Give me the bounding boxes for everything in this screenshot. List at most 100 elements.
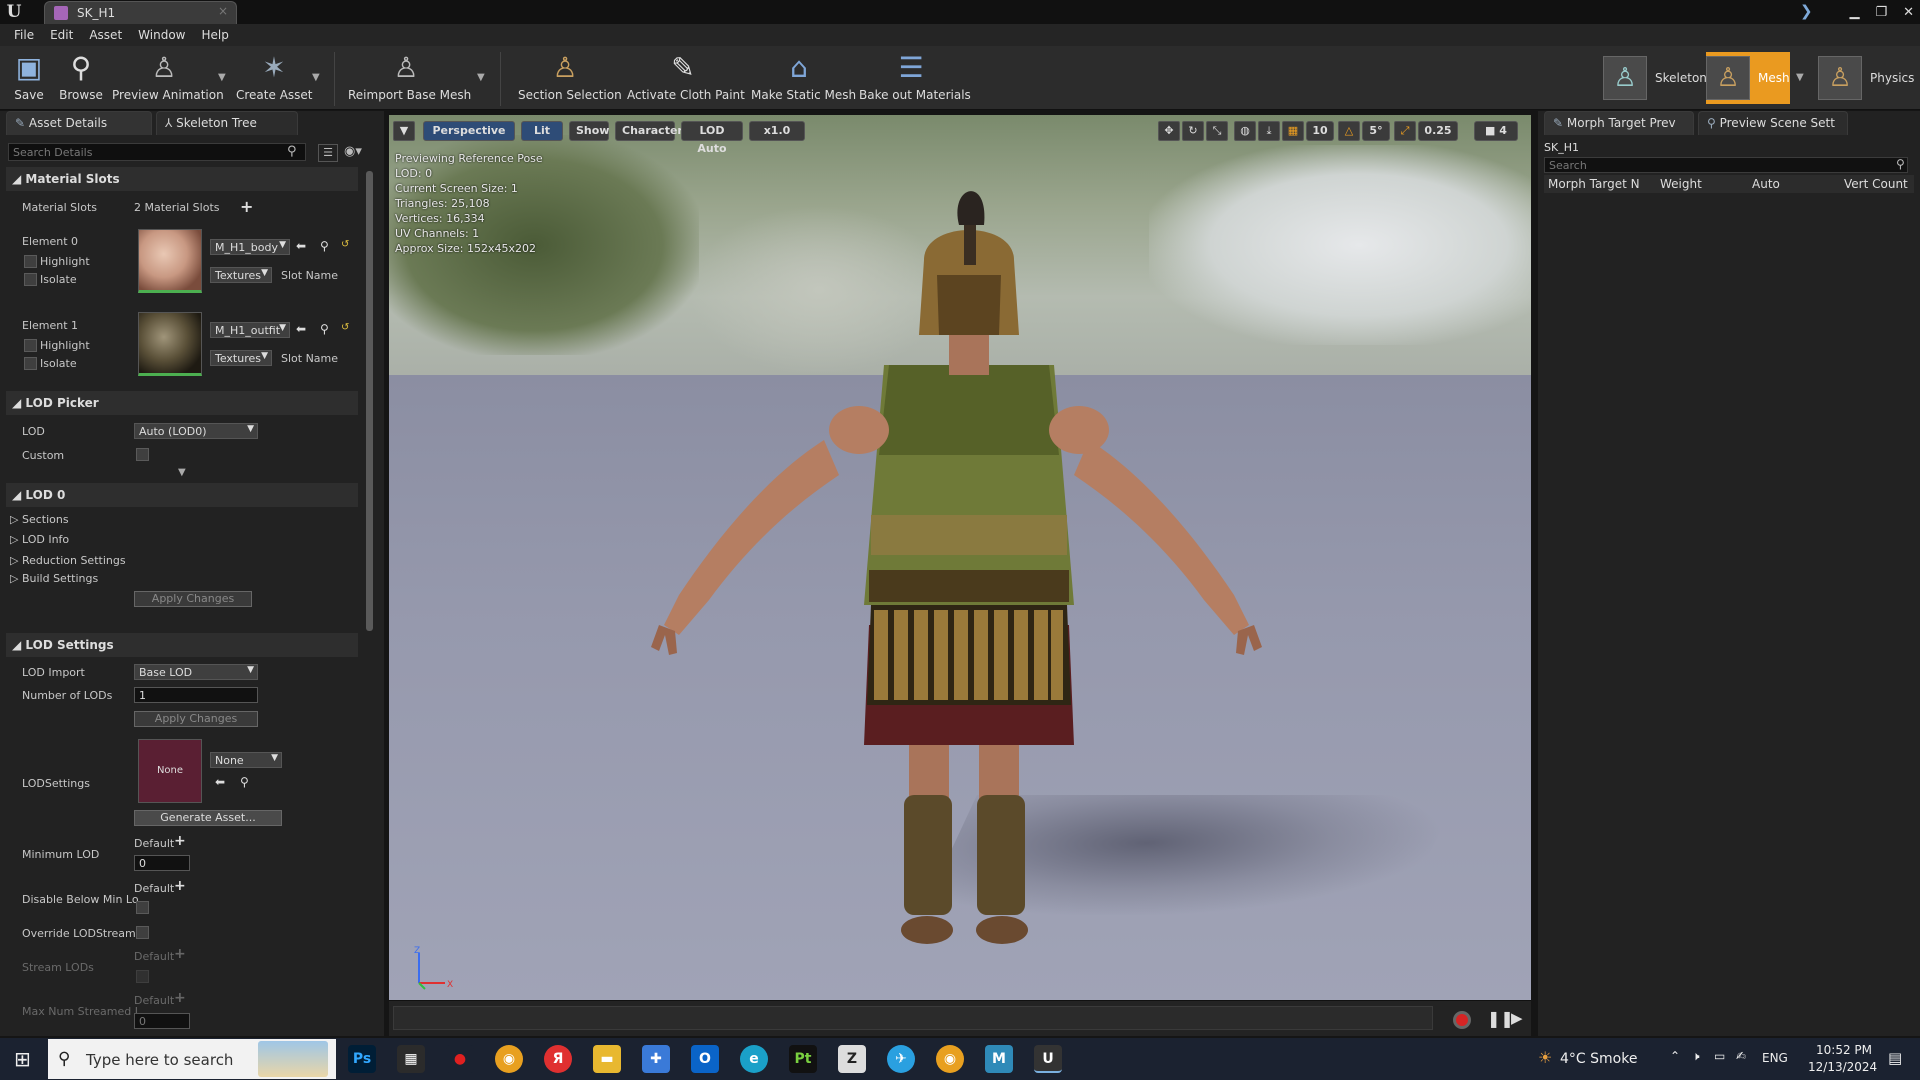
pen-icon[interactable]: ✍ <box>1736 1049 1746 1063</box>
reset-default-icon[interactable]: ↺ <box>341 322 349 333</box>
material-combo[interactable]: M_H1_outfit ▼ <box>210 322 290 338</box>
menu-edit[interactable]: Edit <box>42 28 81 42</box>
create-asset-button[interactable]: ✶ Create Asset <box>236 50 313 108</box>
lod-info-group[interactable]: ▷ LOD Info <box>10 533 69 546</box>
lod-settings-category[interactable]: ◢ LOD Settings <box>6 633 358 657</box>
isolate-checkbox[interactable] <box>24 273 37 286</box>
pause-icon[interactable]: ❚❚ <box>1487 1009 1514 1028</box>
scale-icon[interactable]: ⤡ <box>1206 121 1228 141</box>
rotation-snap-icon[interactable]: △ <box>1338 121 1360 141</box>
lit-button[interactable]: Lit <box>521 121 563 141</box>
volume-icon[interactable]: 🕨 <box>1692 1049 1700 1064</box>
notifications-icon[interactable]: ▤ <box>1888 1049 1902 1067</box>
reset-default-icon[interactable]: ↺ <box>341 239 349 250</box>
column-morph-target-name[interactable]: Morph Target N <box>1544 175 1656 193</box>
activate-cloth-paint-button[interactable]: ✎ Activate Cloth Paint <box>627 50 745 108</box>
file-explorer-icon[interactable]: ▬ <box>593 1045 621 1073</box>
windows-start-icon[interactable]: ⊞ <box>14 1048 36 1070</box>
apply-changes-button[interactable]: Apply Changes <box>134 711 258 727</box>
viewport-options-dropdown-icon[interactable]: ▼ <box>393 121 415 141</box>
search-details-input[interactable]: Search Details <box>8 143 306 161</box>
add-override-icon[interactable]: + <box>174 833 186 849</box>
marmoset-icon[interactable]: M <box>985 1045 1013 1073</box>
preview-viewport[interactable]: Previewing Reference Pose LOD: 0 Current… <box>389 115 1531 1000</box>
notification-icon[interactable]: ❯ <box>1800 2 1813 20</box>
highlight-checkbox[interactable] <box>24 339 37 352</box>
preview-animation-dropdown-icon[interactable]: ▼ <box>218 72 226 83</box>
reduction-settings-group[interactable]: ▷ Reduction Settings <box>10 554 126 567</box>
tab-skeleton-tree[interactable]: ⅄ Skeleton Tree <box>156 111 298 135</box>
menu-file[interactable]: File <box>6 28 42 42</box>
outlook-icon[interactable]: O <box>691 1045 719 1073</box>
eye-icon[interactable]: ◉▾ <box>344 144 362 159</box>
menu-help[interactable]: Help <box>193 28 236 42</box>
browse-button[interactable]: ⚲ Browse <box>58 50 104 108</box>
preview-animation-button[interactable]: ♙ Preview Animation <box>112 50 224 108</box>
mesh-mode-dropdown-icon[interactable]: ▼ <box>1796 72 1804 83</box>
override-lod-streaming-checkbox[interactable] <box>136 926 149 939</box>
create-asset-dropdown-icon[interactable]: ▼ <box>312 72 320 83</box>
generate-asset-button[interactable]: Generate Asset... <box>134 810 282 826</box>
painter-icon[interactable]: Pt <box>789 1045 817 1073</box>
menu-window[interactable]: Window <box>130 28 193 42</box>
tab-morph-target-preview[interactable]: ✎ Morph Target Prev <box>1544 111 1694 135</box>
column-vert-count[interactable]: Vert Count <box>1840 175 1914 193</box>
rotation-snap-value[interactable]: 5° <box>1362 121 1390 141</box>
section-selection-button[interactable]: ♙ Section Selection <box>518 50 622 108</box>
skeleton-mode-button[interactable]: ♙ Skeleton <box>1603 52 1707 104</box>
list-view-icon[interactable]: ☰ <box>318 144 338 162</box>
add-override-icon[interactable]: + <box>174 878 186 894</box>
material-thumbnail[interactable] <box>138 229 202 293</box>
use-selected-arrow-icon[interactable]: ⬅ <box>296 322 306 336</box>
grid-snap-icon[interactable]: ▦ <box>1282 121 1304 141</box>
zbrush-icon[interactable]: Z <box>838 1045 866 1073</box>
edge-icon[interactable]: e <box>740 1045 768 1073</box>
recorder-icon[interactable]: ● <box>446 1045 474 1073</box>
lod0-category[interactable]: ◢ LOD 0 <box>6 483 358 507</box>
build-settings-group[interactable]: ▷ Build Settings <box>10 572 98 585</box>
close-icon[interactable]: ✕ <box>1903 5 1914 20</box>
browse-to-asset-icon[interactable]: ⚲ <box>320 239 329 253</box>
apply-changes-button[interactable]: Apply Changes <box>134 591 252 607</box>
mesh-mode-button[interactable]: ♙ Mesh <box>1706 52 1790 104</box>
number-of-lods-field[interactable]: 1 <box>134 687 258 703</box>
yandex-icon[interactable]: Я <box>544 1045 572 1073</box>
column-auto[interactable]: Auto <box>1748 175 1840 193</box>
lod-picker-category[interactable]: ◢ LOD Picker <box>6 391 358 415</box>
highlight-checkbox[interactable] <box>24 255 37 268</box>
disable-below-min-lod-checkbox[interactable] <box>136 901 149 914</box>
clock-time[interactable]: 10:52 PM <box>1816 1043 1872 1057</box>
rotate-icon[interactable]: ↻ <box>1182 121 1204 141</box>
restore-icon[interactable]: ❐ <box>1875 5 1887 20</box>
chrome-profile-icon[interactable]: ◉ <box>936 1045 964 1073</box>
camera-speed-button[interactable]: ■ 4 <box>1474 121 1518 141</box>
lod-combo[interactable]: Auto (LOD0) ▼ <box>134 423 258 439</box>
material-combo[interactable]: M_H1_body ▼ <box>210 239 290 255</box>
grid-snap-value[interactable]: 10 <box>1306 121 1334 141</box>
custom-checkbox[interactable] <box>136 448 149 461</box>
document-tab[interactable]: SK_H1 × <box>44 1 237 24</box>
morph-search-input[interactable]: Search <box>1544 157 1908 173</box>
physics-mode-button[interactable]: ♙ Physics <box>1818 52 1914 104</box>
reimport-dropdown-icon[interactable]: ▼ <box>477 72 485 83</box>
save-button[interactable]: ▣ Save <box>10 50 48 108</box>
scale-snap-value[interactable]: 0.25 <box>1418 121 1458 141</box>
show-button[interactable]: Show <box>569 121 609 141</box>
browse-to-asset-icon[interactable]: ⚲ <box>320 322 329 336</box>
character-mesh[interactable] <box>619 185 1319 965</box>
surface-snap-icon[interactable]: ⤓ <box>1258 121 1280 141</box>
network-icon[interactable]: ▭ <box>1714 1049 1725 1063</box>
reimport-base-mesh-button[interactable]: ♙ Reimport Base Mesh <box>348 50 471 108</box>
use-selected-arrow-icon[interactable]: ⬅ <box>215 775 225 789</box>
minimize-icon[interactable]: ▁ <box>1849 5 1859 20</box>
textures-combo[interactable]: Textures ▼ <box>210 267 272 283</box>
menu-asset[interactable]: Asset <box>81 28 130 42</box>
weather-text[interactable]: 4°C Smoke <box>1560 1051 1637 1067</box>
photoshop-icon[interactable]: Ps <box>348 1045 376 1073</box>
telegram-icon[interactable]: ✈ <box>887 1045 915 1073</box>
material-thumbnail[interactable] <box>138 312 202 376</box>
world-local-icon[interactable]: ◍ <box>1234 121 1256 141</box>
make-static-mesh-button[interactable]: ⌂ Make Static Mesh <box>751 50 856 108</box>
tray-chevron-icon[interactable]: ⌃ <box>1670 1049 1680 1063</box>
isolate-checkbox[interactable] <box>24 357 37 370</box>
